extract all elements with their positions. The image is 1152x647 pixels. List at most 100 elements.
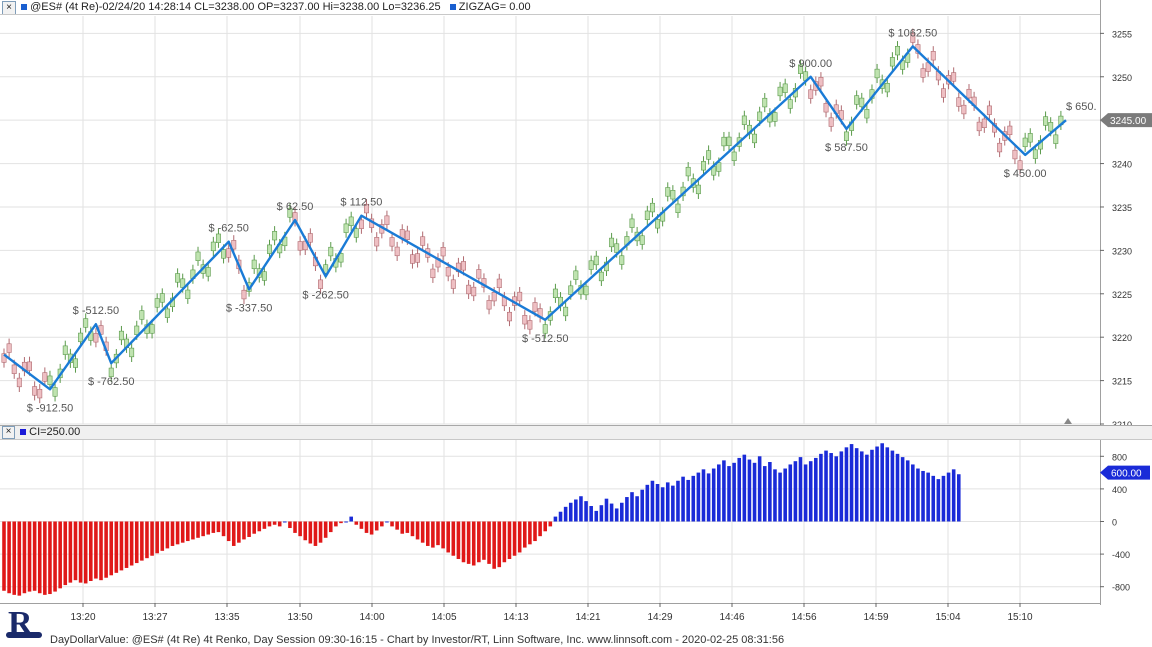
ci-bar-negative xyxy=(328,521,333,533)
ci-bar-negative xyxy=(267,521,272,527)
ci-bar-negative xyxy=(109,521,114,576)
ci-bar-positive xyxy=(798,457,803,522)
ci-bar-negative xyxy=(155,521,159,554)
ci-bar-negative xyxy=(410,521,415,537)
footer-logo: R xyxy=(4,605,44,646)
ci-bar-positive xyxy=(762,466,767,522)
ci-bar-negative xyxy=(395,521,399,530)
ci-bar-negative xyxy=(63,521,68,586)
price-axis-label: 3255 xyxy=(1112,29,1132,39)
ci-bar-positive xyxy=(344,521,348,523)
ci-bar-negative xyxy=(78,521,83,583)
ci-bar-negative xyxy=(145,521,149,559)
renko-brick-up xyxy=(1022,137,1028,148)
renko-brick-up xyxy=(139,310,145,320)
renko-brick-up xyxy=(593,255,599,266)
renko-brick-up xyxy=(655,219,661,229)
renko-brick-up xyxy=(721,136,727,147)
renko-brick-down xyxy=(297,241,303,251)
ci-bar-negative xyxy=(257,521,262,532)
ci-bar-positive xyxy=(691,475,696,522)
ci-bar-positive xyxy=(793,461,798,522)
ci-bar-positive xyxy=(620,502,624,522)
zigzag-profit-label: $ 62.50 xyxy=(277,201,314,213)
ci-bar-positive xyxy=(870,449,874,522)
ci-bar-negative xyxy=(543,521,547,532)
ci-bar-negative xyxy=(22,521,27,594)
renko-brick-down xyxy=(404,230,410,240)
renko-brick-down xyxy=(808,89,814,99)
ci-bar-positive xyxy=(645,484,650,522)
ci-bar-positive xyxy=(742,454,747,522)
renko-brick-down xyxy=(930,51,936,61)
renko-brick-down xyxy=(997,142,1003,153)
renko-brick-down xyxy=(966,88,972,99)
ci-bar-positive xyxy=(814,457,818,522)
ci-bar-positive xyxy=(911,464,915,522)
renko-brick-down xyxy=(6,343,12,353)
ci-bar-negative xyxy=(191,521,195,540)
zigzag-indicator-label[interactable]: ZIGZAG= 0.00 xyxy=(459,1,531,13)
renko-brick-up xyxy=(343,223,349,233)
ci-bar-negative xyxy=(94,521,98,579)
ci-bar-positive xyxy=(686,479,690,522)
chart-canvas: 3210321532203225323032353240324532503255… xyxy=(0,0,1152,625)
renko-brick-up xyxy=(716,162,722,172)
renko-brick-up xyxy=(134,325,140,335)
ci-bar-positive xyxy=(880,443,884,522)
ci-indicator-label[interactable]: CI=250.00 xyxy=(29,426,80,438)
ci-bar-positive xyxy=(604,498,609,522)
ci-bar-positive xyxy=(849,444,854,522)
ci-bar-positive xyxy=(900,457,905,522)
ci-bar-negative xyxy=(334,521,338,527)
ci-bar-negative xyxy=(237,521,241,543)
upper-pane-close-button[interactable]: × xyxy=(2,1,16,14)
time-axis-label: 14:59 xyxy=(863,612,888,623)
ci-bar-negative xyxy=(58,521,62,589)
ci-bar-negative xyxy=(364,521,369,533)
ci-bar-negative xyxy=(415,521,420,540)
ci-bar-positive xyxy=(752,462,757,522)
lower-pane-header: × CI=250.00 xyxy=(0,425,1152,440)
zigzag-profit-label: $ -337.50 xyxy=(226,302,272,314)
ci-bar-negative xyxy=(436,521,440,546)
ci-bar-negative xyxy=(451,521,456,556)
ci-bar-positive xyxy=(609,503,614,522)
ci-bar-negative xyxy=(293,521,297,533)
ci-bar-negative xyxy=(277,521,282,527)
ci-bar-negative xyxy=(221,521,226,537)
renko-brick-up xyxy=(675,203,681,214)
renko-brick-up xyxy=(665,187,671,197)
ci-bar-negative xyxy=(477,521,481,563)
renko-brick-up xyxy=(1032,149,1038,159)
renko-brick-up xyxy=(757,111,763,121)
renko-brick-up xyxy=(864,109,870,119)
renko-brick-down xyxy=(828,117,834,127)
ci-bar-positive xyxy=(640,489,645,522)
ci-bar-negative xyxy=(517,521,522,553)
ci-bar-positive xyxy=(625,497,629,522)
ci-bar-positive xyxy=(349,516,353,522)
time-axis-label: 14:46 xyxy=(719,612,744,623)
renko-brick-down xyxy=(517,291,523,302)
renko-brick-up xyxy=(614,243,620,253)
renko-brick-up xyxy=(741,115,747,125)
renko-brick-up xyxy=(159,293,165,303)
ci-bar-positive xyxy=(778,472,782,522)
renko-brick-up xyxy=(731,151,737,161)
ci-bar-positive xyxy=(385,521,389,523)
ci-bar-negative xyxy=(206,521,211,535)
renko-brick-up xyxy=(777,86,783,97)
lower-pane-close-button[interactable]: × xyxy=(2,426,15,439)
ci-bar-negative xyxy=(446,521,450,553)
ci-bar-positive xyxy=(895,453,900,522)
renko-brick-up xyxy=(588,260,594,270)
time-axis-label: 14:29 xyxy=(647,612,672,623)
ci-bar-positive xyxy=(905,460,910,522)
ci-bar-negative xyxy=(374,521,379,531)
ci-bar-positive xyxy=(768,462,772,522)
renko-brick-up xyxy=(348,216,354,226)
time-axis-label: 13:35 xyxy=(214,612,239,623)
ci-bar-positive xyxy=(839,451,844,522)
ci-bar-negative xyxy=(37,521,42,594)
